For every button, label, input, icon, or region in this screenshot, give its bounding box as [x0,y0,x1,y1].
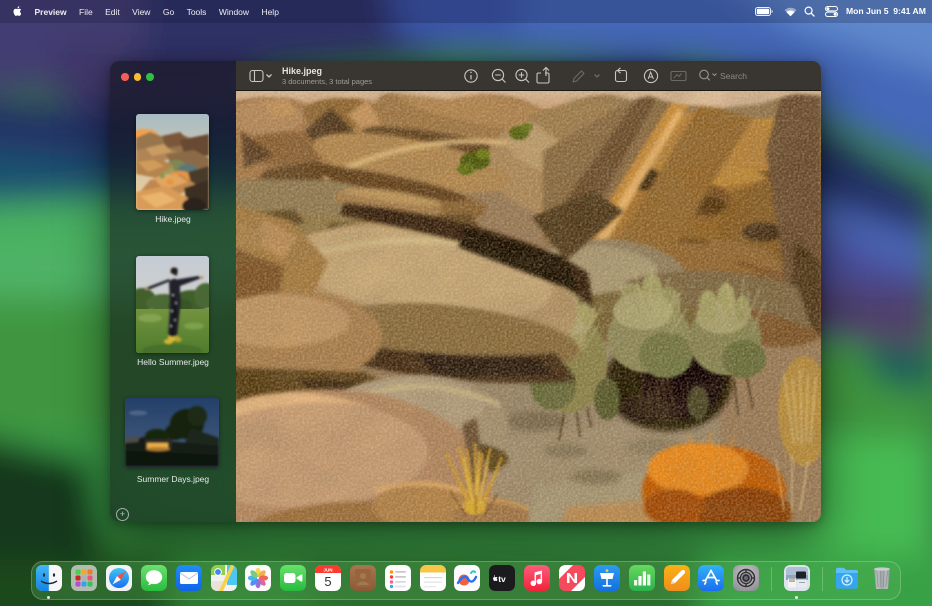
svg-text:Search: Search [720,71,747,81]
svg-text:tv: tv [499,574,507,584]
svg-text:JUN: JUN [323,567,333,572]
svg-text:5: 5 [324,574,331,589]
